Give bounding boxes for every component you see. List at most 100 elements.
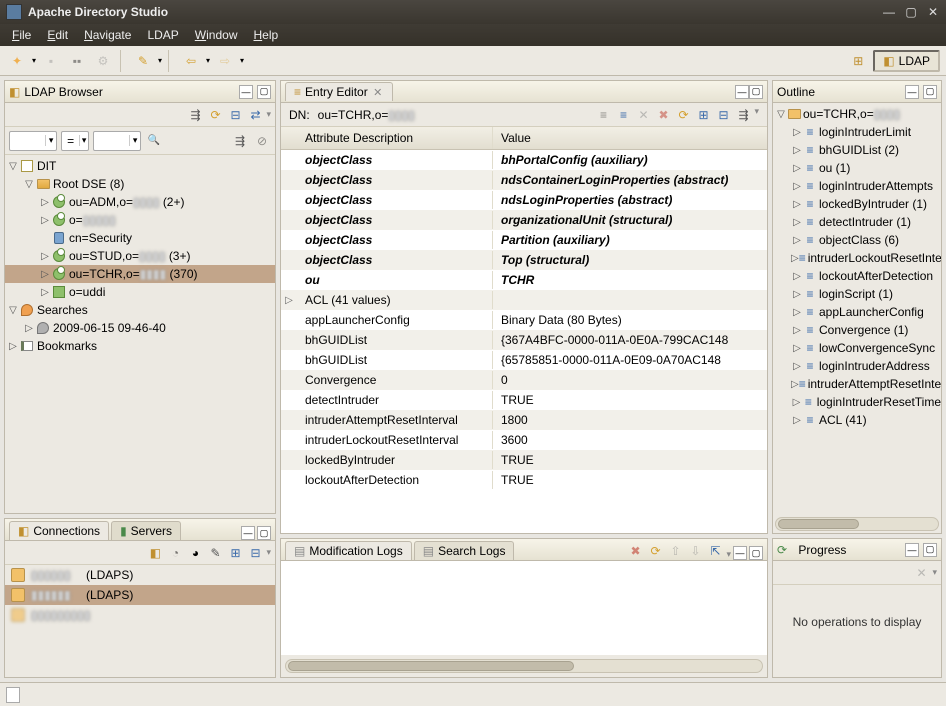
tree-node[interactable]: ▷o=uddi [5,283,275,301]
tree-node[interactable]: ▷o=▮▮▮▮▮ [5,211,275,229]
remove-all-button[interactable] [912,564,930,582]
minimize-button[interactable]: — [882,5,896,19]
menu-file[interactable]: File [6,26,37,44]
outline-item[interactable]: ▷≡loginIntruderAttempts [773,177,941,195]
close-connection-button[interactable]: ◕ [186,544,204,562]
connections-list[interactable]: ▮▮▮▮▮▮ (LDAPS) ▮▮▮▮▮▮ (LDAPS) ▮▮▮▮▮▮▮▮▮ [5,565,275,677]
delete-attr-button[interactable] [634,106,652,124]
outline-item[interactable]: ▷≡loginIntruderLimit [773,123,941,141]
tree-node-bookmarks[interactable]: Bookmarks [37,339,97,353]
attr-row[interactable]: objectClassndsLoginProperties (abstract) [281,190,767,210]
open-perspective-button[interactable] [847,50,869,72]
open-connection-button[interactable]: ◔ [166,544,184,562]
attr-row[interactable]: ouTCHR [281,270,767,290]
maximize-view-button[interactable]: ▢ [749,546,763,560]
tree-node[interactable]: cn=Security [5,229,275,247]
print-button[interactable] [92,50,114,72]
nav-back-button[interactable] [180,50,202,72]
newer-log-button[interactable] [686,542,704,560]
outline-item[interactable]: ▷≡lockedByIntruder (1) [773,195,941,213]
connection-row[interactable]: ▮▮▮▮▮▮ (LDAPS) [5,565,275,585]
reload-button[interactable] [674,106,692,124]
link-editor-button[interactable] [246,106,264,124]
close-button[interactable]: ✕ [926,5,940,19]
tab-connections[interactable]: Connections [9,521,109,540]
show-decorated-button[interactable]: ≡ [614,106,632,124]
maximize-view-button[interactable]: ▢ [923,543,937,557]
filter-mode-button[interactable] [231,132,249,150]
export-log-button[interactable]: ⇱ [706,542,724,560]
quick-filter-button[interactable] [734,106,752,124]
outline-item[interactable]: ▷≡objectClass (6) [773,231,941,249]
outline-item[interactable]: ▷≡ou (1) [773,159,941,177]
attr-row[interactable]: objectClassorganizationalUnit (structura… [281,210,767,230]
view-menu-button[interactable]: ▾ [754,106,759,124]
col-header-val[interactable]: Value [493,127,767,149]
outline-item[interactable]: ▷≡loginIntruderAddress [773,357,941,375]
attr-row[interactable]: bhGUIDList{65785851-0000-011A-0E09-0A70A… [281,350,767,370]
close-tab-button[interactable] [372,86,384,98]
attr-row[interactable]: objectClassPartition (auxiliary) [281,230,767,250]
tab-modification-logs[interactable]: Modification Logs [285,541,412,560]
outline-item[interactable]: ▷≡appLauncherConfig [773,303,941,321]
filter-clear-button[interactable]: ⊘ [253,132,271,150]
menu-edit[interactable]: Edit [41,26,74,44]
outline-item[interactable]: ▷≡loginScript (1) [773,285,941,303]
maximize-view-button[interactable]: ▢ [257,85,271,99]
attribute-table[interactable]: Attribute Description Value objectClassb… [281,127,767,533]
attr-row[interactable]: objectClassndsContainerLoginProperties (… [281,170,767,190]
attr-row[interactable]: appLauncherConfigBinary Data (80 Bytes) [281,310,767,330]
save-button[interactable] [40,50,62,72]
menu-window[interactable]: Window [189,26,244,44]
menu-navigate[interactable]: Navigate [78,26,137,44]
tab-servers[interactable]: ▮Servers [111,521,181,540]
filter-val-combo[interactable]: ▾ [93,131,141,151]
outline-root[interactable]: ▽ou=TCHR,o=▮▮▮▮ [773,105,941,123]
attr-row[interactable]: Convergence0 [281,370,767,390]
attr-row[interactable]: lockoutAfterDetectionTRUE [281,470,767,490]
tree-node-dit[interactable]: DIT [37,159,56,173]
browser-tree[interactable]: ▽DIT ▽Root DSE (8) ▷ou=ADM,o=▮▮▮▮ (2+) ▷… [5,155,275,513]
minimize-view-button[interactable]: — [735,85,749,99]
attr-row[interactable]: bhGUIDList{367A4BFC-0000-011A-0E0A-799CA… [281,330,767,350]
collapse-button[interactable] [246,544,264,562]
connection-row[interactable]: ▮▮▮▮▮▮▮▮▮ [5,605,275,625]
maximize-view-button[interactable]: ▢ [749,85,763,99]
maximize-view-button[interactable]: ▢ [257,526,271,540]
view-menu-button[interactable]: ▾ [266,109,271,120]
outline-item[interactable]: ▷≡intruderAttemptResetInterval [773,375,941,393]
new-button[interactable] [6,50,28,72]
minimize-view-button[interactable]: — [905,543,919,557]
tree-node-selected[interactable]: ▷ou=TCHR,o=▮▮▮▮ (370) [5,265,275,283]
view-menu-button[interactable]: ▾ [726,549,731,560]
filter-attr-combo[interactable]: ▾ [9,131,57,151]
tree-node-rootdse[interactable]: Root DSE (8) [53,177,124,191]
tree-node[interactable]: ▷2009-06-15 09-46-40 [5,319,275,337]
minimize-view-button[interactable]: — [733,546,747,560]
minimize-view-button[interactable]: — [241,526,255,540]
col-header-attr[interactable]: Attribute Description [297,127,493,149]
outline-item[interactable]: ▷≡bhGUIDList (2) [773,141,941,159]
collapse-all-button[interactable] [714,106,732,124]
tree-node[interactable]: ▷ou=STUD,o=▮▮▮▮ (3+) [5,247,275,265]
perspective-ldap[interactable]: LDAP [873,50,940,72]
attr-row[interactable]: objectClassTop (structural) [281,250,767,270]
minimize-view-button[interactable]: — [905,85,919,99]
logs-scrollbar[interactable] [285,659,763,673]
outline-item[interactable]: ▷≡lowConvergenceSync [773,339,941,357]
tab-search-logs[interactable]: Search Logs [414,541,515,560]
save-all-button[interactable]: ▪▪ [66,50,88,72]
attr-row[interactable]: intruderLockoutResetInterval3600 [281,430,767,450]
attr-row[interactable]: intruderAttemptResetInterval1800 [281,410,767,430]
status-icon[interactable] [6,687,20,703]
older-log-button[interactable] [666,542,684,560]
nav-forward-button[interactable] [214,50,236,72]
view-menu-button[interactable]: ▾ [266,547,271,558]
tree-node[interactable]: ▷ou=ADM,o=▮▮▮▮ (2+) [5,193,275,211]
toggle-quickfilter-button[interactable]: ≡ [594,106,612,124]
new-connection-button[interactable] [146,544,164,562]
outline-scrollbar[interactable] [775,517,939,531]
tree-node-searches[interactable]: Searches [37,303,88,317]
tab-entry-editor[interactable]: Entry Editor [285,82,393,101]
menu-ldap[interactable]: LDAP [141,26,184,44]
